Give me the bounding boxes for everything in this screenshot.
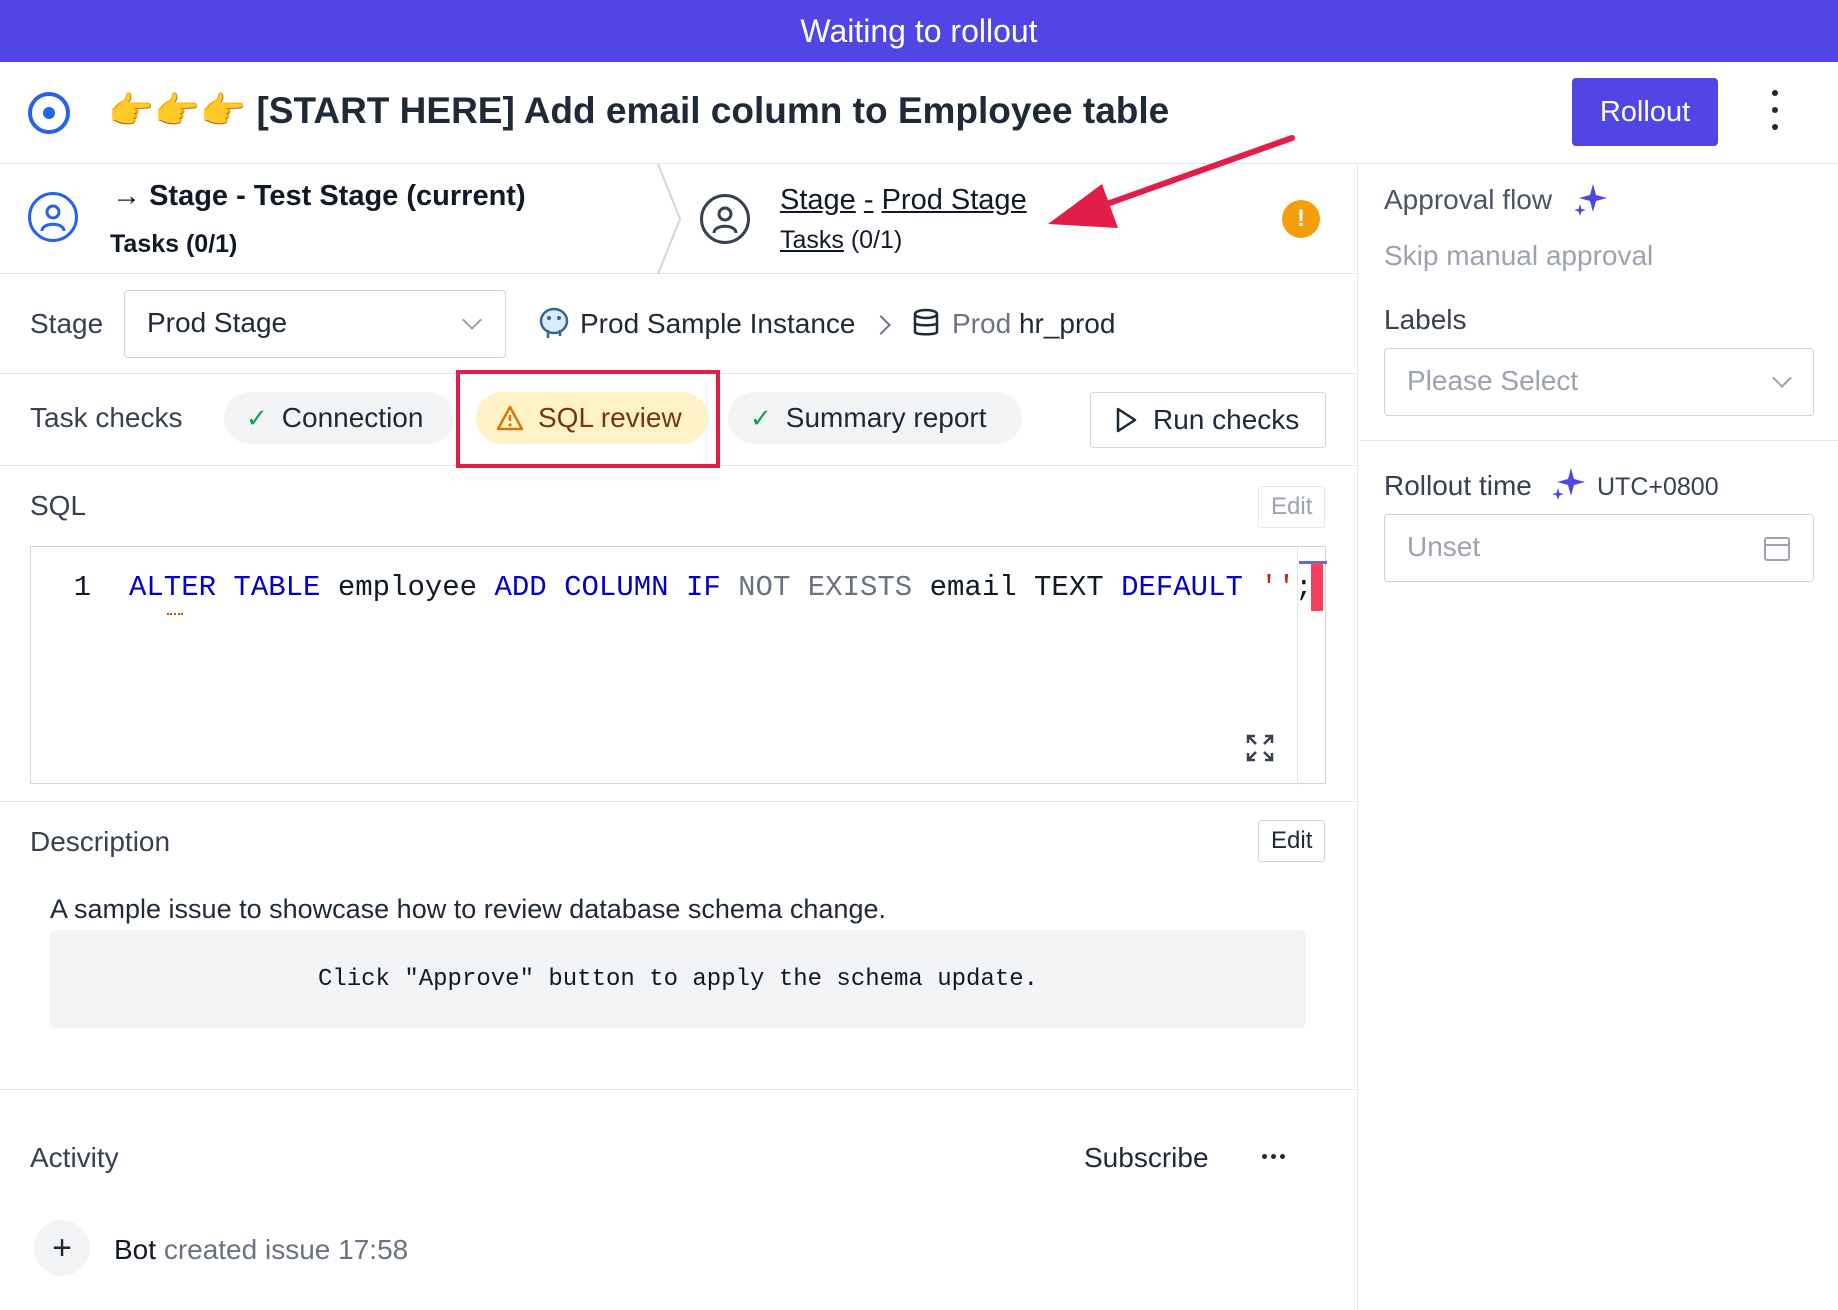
check-summary-report-label: Summary report (785, 402, 987, 433)
editor-error-marker (1311, 563, 1323, 611)
run-checks-label: Run checks (1153, 404, 1300, 435)
issue-title[interactable]: 👉👉👉 [START HERE] Add email column to Emp… (108, 90, 1169, 133)
plus-icon: + (34, 1220, 90, 1276)
stage-next-tasks[interactable]: Tasks (0/1) (780, 226, 902, 255)
timezone-label: UTC+0800 (1597, 473, 1719, 501)
stage-next-tasks-word: Tasks (780, 226, 844, 254)
stage-select-value: Prod Stage (147, 307, 288, 338)
chevron-down-icon (462, 310, 482, 330)
rollout-time-placeholder: Unset (1407, 531, 1481, 562)
user-circle-icon (28, 192, 78, 242)
rollout-button[interactable]: Rollout (1572, 78, 1718, 146)
description-text: A sample issue to showcase how to review… (50, 894, 886, 924)
labels-title: Labels (1384, 304, 1467, 335)
editor-scroll-gutter (1297, 547, 1298, 785)
rollout-time-title: Rollout time (1384, 470, 1532, 501)
sparkle-icon (1552, 468, 1585, 500)
stage-next-title[interactable]: Stage - Prod Stage (780, 184, 1027, 217)
issue-status-icon (28, 92, 70, 134)
subscribe-button[interactable]: Subscribe (1084, 1142, 1209, 1174)
main-panel: → Stage - Test Stage (current) Tasks (0/… (0, 164, 1358, 1310)
run-checks-button[interactable]: Run checks (1090, 392, 1326, 448)
issue-sidebar: Approval flow Skip manual approval Label… (1359, 164, 1838, 1310)
sql-token: email (929, 571, 1017, 604)
description-code-block: Click "Approve" button to apply the sche… (50, 930, 1306, 1028)
postgresql-icon (539, 307, 569, 338)
play-icon (1116, 407, 1137, 433)
sidebar-divider (1359, 440, 1838, 441)
stage-next-name: Prod Stage (881, 184, 1027, 216)
activity-actor[interactable]: Bot (114, 1234, 156, 1265)
check-icon: ✓ (750, 402, 772, 433)
database-icon (913, 308, 939, 336)
activity-title: Activity (30, 1142, 119, 1173)
sql-edit-button[interactable]: Edit (1258, 486, 1326, 528)
arrow-right-icon: → (112, 180, 141, 212)
sql-editor[interactable]: 1 ALTER TABLE employee ADD COLUMN IF NOT … (30, 546, 1327, 785)
expand-icon[interactable] (1245, 733, 1275, 763)
labels-select[interactable]: Please Select (1384, 348, 1814, 416)
rollout-time-picker[interactable]: Unset (1384, 514, 1814, 582)
stage-next-tasks-count: (0/1) (850, 226, 903, 254)
chevron-right-icon (871, 315, 891, 335)
instance-link[interactable]: Prod Sample Instance (580, 308, 856, 340)
labels-placeholder: Please Select (1407, 365, 1579, 396)
stage-current-tasks: Tasks (0/1) (110, 230, 238, 258)
stage-next-dash: - (863, 184, 874, 216)
annotation-highlight-box (456, 370, 720, 468)
check-icon: ✓ (246, 402, 268, 433)
code-line: 1 ALTER TABLE employee ADD COLUMN IF NOT … (31, 571, 1313, 604)
sql-token: ALTER (129, 571, 217, 604)
sql-token: COLUMN (564, 571, 669, 604)
more-horizontal-icon[interactable] (1262, 1154, 1285, 1159)
check-connection-chip[interactable]: ✓ Connection (224, 392, 454, 444)
user-circle-icon (700, 194, 750, 244)
more-vertical-icon[interactable] (1768, 84, 1782, 136)
annotation-arrow-icon (1048, 135, 1295, 228)
calendar-icon (1764, 537, 1790, 561)
stage-next-word: Stage (780, 184, 856, 216)
sql-token: employee (337, 571, 478, 604)
database-name: hr_prod (1018, 308, 1116, 339)
chevron-down-icon (1772, 368, 1792, 388)
stage-current-title[interactable]: → Stage - Test Stage (current) (112, 180, 526, 213)
sql-token: DEFAULT (1121, 571, 1243, 604)
issue-header: 👉👉👉 [START HERE] Add email column to Emp… (0, 62, 1838, 164)
description-section: Description Edit A sample issue to showc… (0, 802, 1358, 1090)
task-checks-label: Task checks (30, 402, 183, 433)
activity-time: 17:58 (338, 1234, 409, 1265)
stage-select-row: Stage Prod Stage Prod Sample Instance Pr… (0, 274, 1358, 374)
sql-section: SQL Edit 1 ALTER TABLE employee ADD COLUM… (0, 466, 1358, 802)
description-edit-button[interactable]: Edit (1258, 820, 1326, 862)
sql-token: TABLE (233, 571, 321, 604)
activity-section: Activity Subscribe + Bot created issue 1… (0, 1090, 1358, 1310)
banner-text: Waiting to rollout (800, 12, 1038, 49)
stage-label: Stage (30, 308, 104, 339)
sparkle-icon (1574, 184, 1607, 216)
sql-token: NOT (738, 571, 791, 604)
activity-action: created issue (163, 1234, 331, 1265)
line-number: 1 (73, 571, 91, 604)
stage-current-label: Stage - Test Stage (current) (149, 180, 526, 212)
lint-squiggle (167, 609, 183, 615)
stage-divider-chevron (657, 164, 682, 274)
sql-title: SQL (30, 490, 87, 521)
stage-select[interactable]: Prod Stage (124, 290, 506, 358)
description-title: Description (30, 826, 171, 857)
sql-token: TEXT (1034, 571, 1104, 604)
approval-flow-value: Skip manual approval (1384, 240, 1654, 271)
sql-token: ADD (494, 571, 547, 604)
sql-token: '' (1260, 571, 1296, 604)
status-banner: Waiting to rollout (0, 0, 1838, 62)
check-connection-label: Connection (281, 402, 424, 433)
approval-flow-title: Approval flow (1384, 184, 1553, 215)
activity-entry: Bot created issue 17:58 (114, 1234, 408, 1266)
check-summary-report-chip[interactable]: ✓ Summary report (728, 392, 1022, 444)
sql-token: EXISTS (807, 571, 913, 604)
database-env: Prod (952, 308, 1012, 339)
sql-token: IF (685, 571, 721, 604)
database-link[interactable]: Prod hr_prod (952, 308, 1115, 340)
